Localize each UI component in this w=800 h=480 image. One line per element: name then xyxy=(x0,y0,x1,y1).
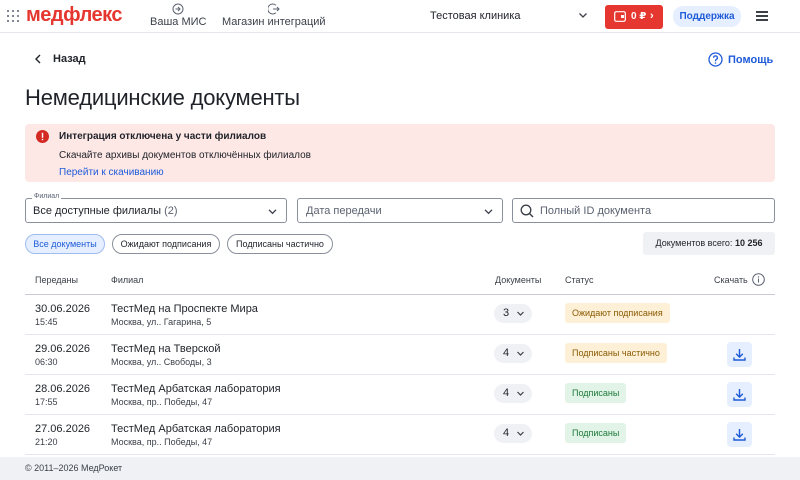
row-date: 30.06.2026 xyxy=(35,303,91,315)
download-icon xyxy=(733,429,746,441)
documents-total: Документов всего: 10 256 xyxy=(643,232,775,255)
row-date: 27.06.2026 xyxy=(35,423,91,435)
back-label: Назад xyxy=(53,53,86,65)
documents-count: 4 xyxy=(503,347,510,359)
chevron-down-icon xyxy=(517,391,524,396)
status-badge: Ожидают подписания xyxy=(565,303,670,323)
documents-count: 4 xyxy=(503,387,510,399)
chip-awaiting-signature[interactable]: Ожидают подписания xyxy=(112,234,220,254)
wallet-icon xyxy=(614,11,626,22)
nav-your-mis[interactable]: Ваша МИС xyxy=(150,3,206,28)
column-branch: Филиал xyxy=(111,275,144,285)
alert-title: Интеграция отключена у части филиалов xyxy=(59,131,267,142)
footer-copyright: © 2011–2026 МедРокет xyxy=(0,457,800,480)
column-download: Скачать xyxy=(714,275,748,285)
row-time: 06:30 xyxy=(35,357,58,367)
row-branch-address: Москва, ул.. Свободы, 3 xyxy=(111,357,212,367)
chip-all-documents[interactable]: Все документы xyxy=(25,234,105,254)
row-time: 21:20 xyxy=(35,437,58,447)
chevron-down-icon xyxy=(517,351,524,356)
documents-count: 3 xyxy=(503,307,510,319)
chevron-right-icon: › xyxy=(650,10,654,22)
back-link[interactable]: Назад xyxy=(33,53,86,65)
row-branch-address: Москва, ул.. Гагарина, 5 xyxy=(111,317,212,327)
column-transferred: Переданы xyxy=(35,275,78,285)
chevron-left-icon xyxy=(35,54,41,64)
row-date: 28.06.2026 xyxy=(35,383,91,395)
branch-select[interactable]: Филиал Все доступные филиалы (2) xyxy=(25,193,287,223)
chevron-down-icon[interactable] xyxy=(577,9,589,21)
column-status: Статус xyxy=(565,275,594,285)
row-branch-name: ТестМед Арбатская лаборатория xyxy=(111,423,281,435)
login-arrow-icon xyxy=(172,3,184,15)
chevron-down-icon xyxy=(517,311,524,316)
table-row[interactable]: 28.06.2026 17:55 ТестМед Арбатская лабор… xyxy=(25,375,775,415)
download-button[interactable] xyxy=(727,382,752,407)
balance-amount: 0 ₽ xyxy=(631,11,647,22)
apps-grid-icon[interactable] xyxy=(7,10,19,22)
chevron-down-icon xyxy=(517,431,524,436)
row-branch-name: ТестМед на Тверской xyxy=(111,343,221,355)
nav-integrations-store-label: Магазин интеграций xyxy=(222,16,326,28)
download-icon xyxy=(733,389,746,401)
row-branch-name: ТестМед Арбатская лаборатория xyxy=(111,383,281,395)
logo[interactable]: медфлекс xyxy=(26,4,123,27)
balance-button[interactable]: 0 ₽ › xyxy=(605,5,663,29)
help-label: Помощь xyxy=(728,53,774,66)
document-id-input[interactable] xyxy=(540,203,765,219)
error-icon xyxy=(36,130,49,143)
status-badge: Подписаны xyxy=(565,423,627,443)
help-link[interactable]: Помощь xyxy=(708,52,773,67)
nav-integrations-store[interactable]: Магазин интеграций xyxy=(222,3,326,28)
branch-count: (2) xyxy=(164,205,178,217)
integration-alert: Интеграция отключена у части филиалов Ск… xyxy=(25,124,775,182)
table-row[interactable]: 29.06.2026 06:30 ТестМед на Тверской Мос… xyxy=(25,335,775,375)
table-row[interactable]: 27.06.2026 21:20 ТестМед Арбатская лабор… xyxy=(25,415,775,455)
documents-total-label: Документов всего: xyxy=(655,238,733,248)
status-badge: Подписаны xyxy=(565,383,627,403)
page-title: Немедицинские документы xyxy=(25,85,300,110)
download-button[interactable] xyxy=(727,342,752,367)
column-documents: Документы xyxy=(495,275,542,285)
row-branch-name: ТестМед на Проспекте Мира xyxy=(111,303,258,315)
table-row[interactable]: 30.06.2026 15:45 ТестМед на Проспекте Ми… xyxy=(25,295,775,335)
top-bar: медфлекс Ваша МИС Магазин интеграций Тес… xyxy=(0,0,800,33)
transfer-date-select[interactable]: Дата передачи xyxy=(297,198,503,223)
documents-total-value: 10 256 xyxy=(734,238,763,248)
row-branch-address: Москва, пр.. Победы, 47 xyxy=(111,437,213,447)
alert-text: Скачайте архивы документов отключённых ф… xyxy=(59,150,311,161)
documents-count-dropdown[interactable]: 3 xyxy=(494,304,532,323)
branch-value-text: Все доступные филиалы xyxy=(33,205,162,217)
help-icon xyxy=(708,52,723,67)
info-icon[interactable] xyxy=(752,273,765,286)
menu-icon[interactable] xyxy=(756,11,768,21)
download-archives-link[interactable]: Перейти к скачиванию xyxy=(59,167,164,178)
documents-count-dropdown[interactable]: 4 xyxy=(494,424,532,443)
branch-label: Филиал xyxy=(32,193,62,200)
row-time: 17:55 xyxy=(35,397,58,407)
status-badge: Подписаны частично xyxy=(565,343,667,363)
row-date: 29.06.2026 xyxy=(35,343,91,355)
documents-count: 4 xyxy=(503,427,510,439)
documents-count-dropdown[interactable]: 4 xyxy=(494,384,532,403)
nav-your-mis-label: Ваша МИС xyxy=(150,16,207,28)
download-icon xyxy=(733,349,746,361)
chip-partially-signed[interactable]: Подписаны частично xyxy=(227,234,333,254)
documents-count-dropdown[interactable]: 4 xyxy=(494,344,532,363)
row-branch-address: Москва, пр.. Победы, 47 xyxy=(111,397,213,407)
logout-arrow-icon xyxy=(267,3,280,15)
document-id-search[interactable] xyxy=(512,198,775,223)
chevron-down-icon xyxy=(268,209,277,215)
clinic-selector[interactable]: Тестовая клиника xyxy=(430,10,521,22)
branch-value: Все доступные филиалы (2) xyxy=(33,205,178,217)
transfer-date-placeholder: Дата передачи xyxy=(306,205,382,217)
search-icon xyxy=(520,204,534,218)
row-time: 15:45 xyxy=(35,317,58,327)
chevron-down-icon xyxy=(484,209,493,215)
download-button[interactable] xyxy=(727,422,752,447)
support-button[interactable]: Поддержка xyxy=(673,6,741,27)
